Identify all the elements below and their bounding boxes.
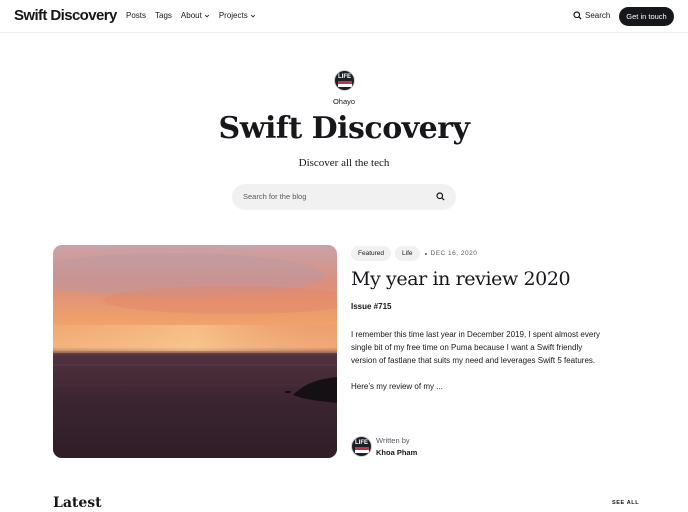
chevron-down-icon xyxy=(250,14,255,17)
chevron-down-icon xyxy=(204,14,209,17)
tag-featured[interactable]: Featured xyxy=(351,246,392,261)
search-placeholder: Search for the blog xyxy=(243,192,307,201)
excerpt-paragraph: Here’s my review of my ... xyxy=(351,382,443,391)
post-excerpt: I remember this time last year in Decemb… xyxy=(351,328,603,393)
get-in-touch-button[interactable]: Get in touch xyxy=(619,7,674,26)
search-icon xyxy=(573,11,582,20)
post-tags: Featured Life DEC 16, 2020 xyxy=(351,246,477,261)
site-header: Swift Discovery Posts Tags About Project… xyxy=(0,0,688,33)
nav-tags[interactable]: Tags xyxy=(155,11,172,20)
avatar: LIFE xyxy=(334,70,355,91)
latest-heading: Latest xyxy=(53,495,102,511)
nav-projects[interactable]: Projects xyxy=(219,11,256,20)
avatar-text: LIFE xyxy=(355,440,368,446)
avatar-text: LIFE xyxy=(338,74,351,80)
sunset-image xyxy=(53,245,337,458)
header-search-label: Search xyxy=(585,11,611,20)
avatar-stripe xyxy=(354,450,369,453)
see-all-link[interactable]: SEE ALL xyxy=(612,500,639,506)
post-date: DEC 16, 2020 xyxy=(430,250,478,257)
blog-search-input[interactable]: Search for the blog xyxy=(232,184,456,210)
post-author-name[interactable]: Khoa Pham xyxy=(376,448,417,457)
nav-about[interactable]: About xyxy=(181,11,210,20)
nav-projects-label: Projects xyxy=(218,11,248,20)
nav-posts-label: Posts xyxy=(126,11,147,20)
featured-post-title[interactable]: My year in review 2020 xyxy=(351,268,571,290)
written-by-label: Written by xyxy=(376,436,410,445)
main-nav: Posts Tags About Projects xyxy=(126,11,265,20)
avatar-stripe xyxy=(337,84,352,87)
tag-life[interactable]: Life xyxy=(395,246,420,261)
issue-number: Issue #715 xyxy=(351,302,392,311)
excerpt-paragraph: I remember this time last year in Decemb… xyxy=(351,330,600,365)
nav-about-label: About xyxy=(180,11,202,20)
page-subtitle: Discover all the tech xyxy=(298,157,390,169)
search-icon[interactable] xyxy=(436,192,445,201)
nav-tags-label: Tags xyxy=(155,11,172,20)
author-avatar[interactable]: LIFE xyxy=(351,436,372,457)
author-name: Ohayo xyxy=(332,97,356,106)
featured-post-image[interactable] xyxy=(53,245,337,458)
page-title: Swift Discovery xyxy=(218,111,470,146)
site-logo[interactable]: Swift Discovery xyxy=(14,7,117,24)
nav-posts[interactable]: Posts xyxy=(126,11,146,20)
header-search-button[interactable]: Search xyxy=(573,11,610,20)
separator-dot xyxy=(424,252,427,255)
